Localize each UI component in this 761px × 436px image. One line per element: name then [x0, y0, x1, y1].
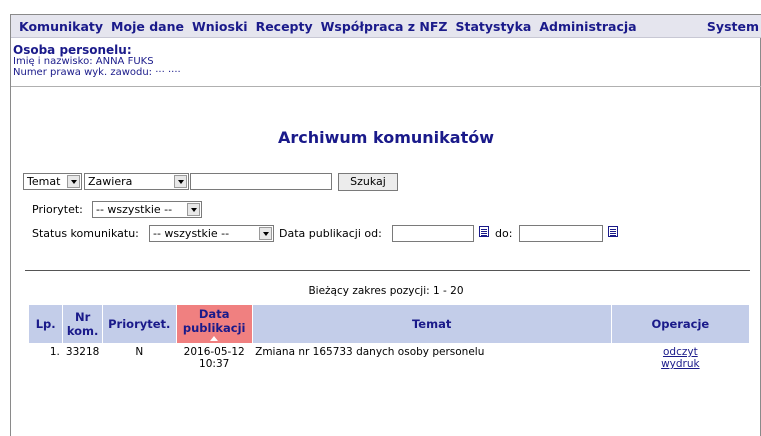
search-field-select-value: Temat — [27, 175, 61, 188]
search-field-select[interactable]: Temat — [23, 173, 82, 190]
search-input[interactable] — [190, 173, 332, 190]
col-header-date-line2: publikacji — [182, 321, 246, 335]
col-header-nr-line2: kom. — [66, 324, 99, 338]
col-header-subject[interactable]: Temat — [252, 305, 612, 343]
col-header-nr[interactable]: Nr kom. — [62, 305, 103, 343]
chevron-down-icon — [187, 203, 200, 216]
pub-date-from-label: Data publikacji od: — [279, 227, 382, 240]
search-mode-select[interactable]: Zawiera — [84, 173, 189, 190]
status-select-value: -- wszystkie -- — [153, 227, 230, 240]
search-button[interactable]: Szukaj — [338, 173, 398, 191]
print-link[interactable]: wydruk — [614, 358, 746, 370]
calendar-icon[interactable] — [608, 226, 618, 237]
menu-item-wnioski[interactable]: Wnioski — [184, 19, 248, 34]
priority-select[interactable]: -- wszystkie -- — [92, 201, 202, 218]
pub-date-to-input[interactable] — [519, 225, 603, 242]
table-header-row: Lp. Nr kom. Priorytet. Data publikacji T… — [29, 305, 751, 343]
personnel-license-label: Numer prawa wyk. zawodu: — [13, 67, 153, 78]
cell-ops: odczyt wydruk — [611, 343, 749, 370]
cell-lp: 1. — [49, 346, 60, 358]
read-link[interactable]: odczyt — [614, 346, 746, 358]
priority-select-value: -- wszystkie -- — [96, 203, 173, 216]
chevron-down-icon — [174, 175, 187, 188]
personnel-name-label: Imię i nazwisko: — [13, 56, 93, 67]
menu-item-komunikaty[interactable]: Komunikaty — [11, 19, 103, 34]
chevron-down-icon — [67, 175, 80, 188]
cell-subject: Zmiana nr 165733 danych osoby personelu — [255, 346, 485, 358]
status-label: Status komunikatu: — [32, 227, 139, 240]
menu-item-wspolpraca-nfz[interactable]: Współpraca z NFZ — [313, 19, 448, 34]
status-select[interactable]: -- wszystkie -- — [149, 225, 274, 242]
calendar-icon[interactable] — [479, 226, 489, 237]
page-title: Archiwum komunikatów — [277, 128, 495, 147]
personnel-name-value: ANNA FUKS — [95, 56, 154, 67]
pub-date-from-input[interactable] — [392, 225, 474, 242]
personnel-info: Osoba personelu: Imię i nazwisko: ANNA F… — [11, 43, 761, 78]
search-mode-select-value: Zawiera — [88, 175, 133, 188]
menu-divider — [11, 37, 761, 38]
col-header-date-line1: Data — [198, 307, 230, 321]
col-header-ops: Operacje — [611, 305, 751, 343]
messages-table: Lp. Nr kom. Priorytet. Data publikacji T… — [29, 305, 751, 370]
menu-item-administracja[interactable]: Administracja — [531, 19, 636, 34]
personnel-license-value: ··· ···· — [155, 67, 181, 78]
menu-item-statystyka[interactable]: Statystyka — [447, 19, 531, 34]
application-frame: Komunikaty Moje dane Wnioski Recepty Wsp… — [10, 14, 761, 436]
col-header-nr-line1: Nr — [74, 310, 91, 324]
personnel-header: Osoba personelu: — [13, 43, 132, 57]
cell-date-time: 10:37 — [199, 358, 230, 370]
table-row: 1. 33218 N 2016-05-12 10:37 Zmiana nr 16… — [29, 343, 750, 370]
header-divider — [11, 86, 761, 87]
col-header-priority[interactable]: Priorytet. — [102, 305, 177, 343]
menu-item-moje-dane[interactable]: Moje dane — [103, 19, 184, 34]
cell-date: 2016-05-12 10:37 — [176, 343, 252, 370]
pub-date-to-label: do: — [495, 227, 513, 240]
sort-ascending-icon — [210, 336, 219, 341]
chevron-down-icon — [259, 227, 272, 240]
menu-item-system[interactable]: System — [699, 19, 761, 34]
cell-nr: 33218 — [65, 346, 100, 358]
cell-priority: N — [135, 346, 144, 358]
main-menu-bar: Komunikaty Moje dane Wnioski Recepty Wsp… — [11, 15, 761, 37]
col-header-lp[interactable]: Lp. — [29, 305, 64, 343]
menu-item-recepty[interactable]: Recepty — [248, 19, 313, 34]
priority-label: Priorytet: — [32, 203, 83, 216]
personnel-name-line: Imię i nazwisko: ANNA FUKS — [11, 56, 761, 67]
filters-divider — [25, 270, 750, 271]
range-info: Bieżący zakres pozycji: 1 - 20 — [308, 285, 464, 297]
col-header-date[interactable]: Data publikacji — [176, 305, 253, 343]
personnel-license-line: Numer prawa wyk. zawodu: ··· ···· — [11, 67, 761, 78]
cell-date-day: 2016-05-12 — [183, 346, 245, 358]
